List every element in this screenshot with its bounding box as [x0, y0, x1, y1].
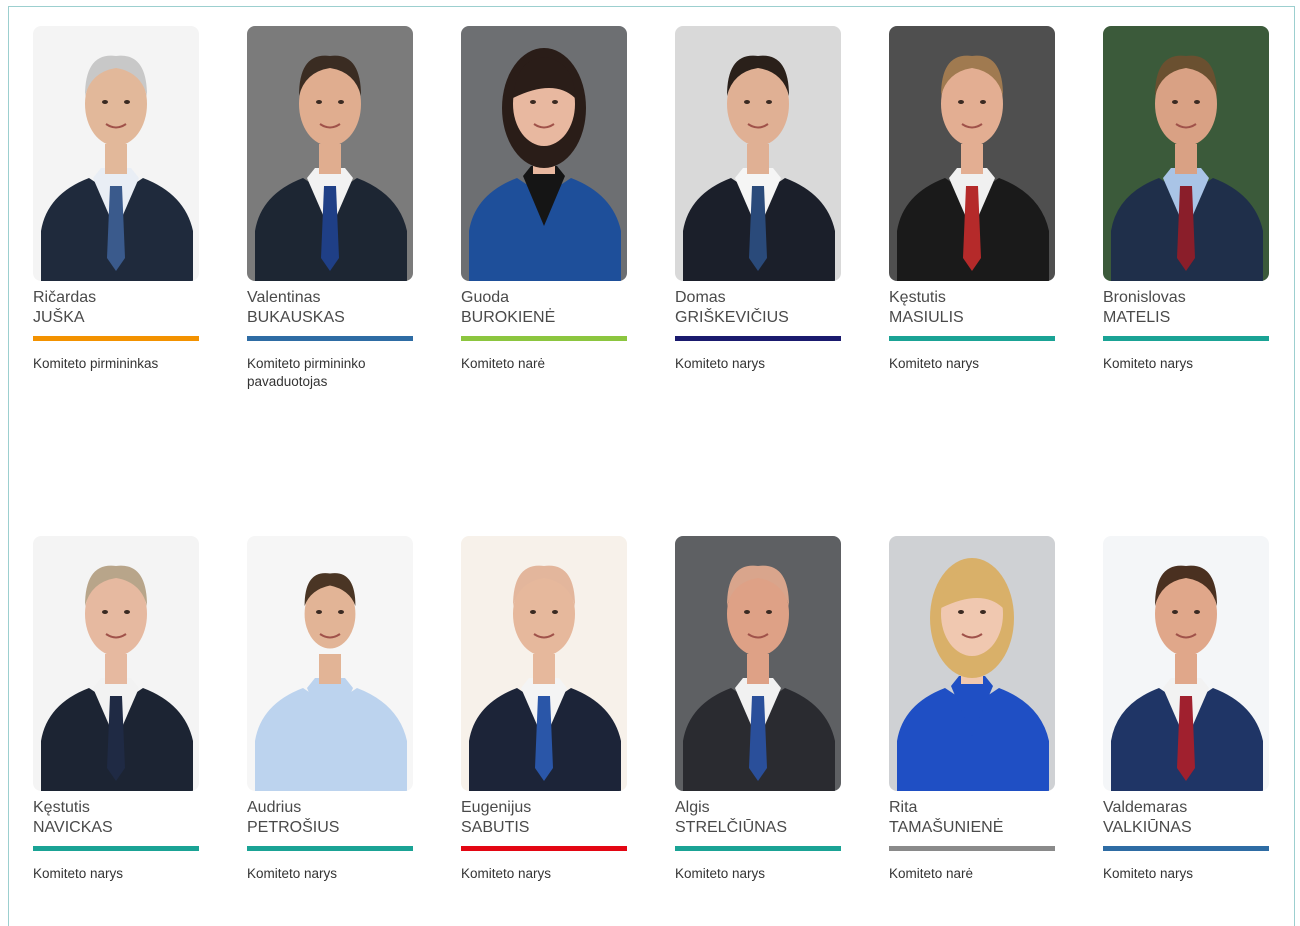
portrait-image — [247, 536, 413, 791]
member-first-name[interactable]: Domas — [675, 288, 841, 308]
member-photo[interactable] — [675, 26, 841, 281]
member-last-name[interactable]: JUŠKA — [33, 308, 199, 328]
faction-color-bar — [1103, 846, 1269, 851]
member-card[interactable]: Domas GRIŠKEVIČIUS Komiteto narys — [675, 26, 841, 536]
faction-color-bar — [461, 336, 627, 341]
portrait-image — [1103, 26, 1269, 281]
member-last-name[interactable]: NAVICKAS — [33, 818, 199, 838]
faction-color-bar — [675, 336, 841, 341]
member-last-name[interactable]: GRIŠKEVIČIUS — [675, 308, 841, 328]
portrait-image — [33, 536, 199, 791]
portrait-image — [247, 26, 413, 281]
member-role: Komiteto narys — [889, 356, 980, 371]
member-card[interactable]: Eugenijus SABUTIS Komiteto narys — [461, 536, 627, 916]
portrait-image — [675, 26, 841, 281]
member-photo[interactable] — [461, 26, 627, 281]
member-card[interactable]: Ričardas JUŠKA Komiteto pirmininkas — [33, 26, 199, 536]
member-first-name[interactable]: Kęstutis — [889, 288, 1055, 308]
member-role: Komiteto narys — [33, 866, 124, 881]
member-last-name[interactable]: VALKIŪNAS — [1103, 818, 1269, 838]
member-last-name[interactable]: BUKAUSKAS — [247, 308, 413, 328]
member-photo[interactable] — [1103, 536, 1269, 791]
member-first-name[interactable]: Ričardas — [33, 288, 199, 308]
member-card[interactable]: Valentinas BUKAUSKAS Komiteto pirmininko p… — [247, 26, 413, 536]
member-card[interactable]: Bronislovas MATELIS Komiteto narys — [1103, 26, 1269, 536]
portrait-image — [889, 536, 1055, 791]
member-card[interactable]: Kęstutis MASIULIS Komiteto narys — [889, 26, 1055, 536]
member-first-name[interactable]: Eugenijus — [461, 798, 627, 818]
member-photo[interactable] — [889, 26, 1055, 281]
member-photo[interactable] — [247, 536, 413, 791]
member-first-name[interactable]: Valdemaras — [1103, 798, 1269, 818]
member-role: Komiteto narys — [1103, 866, 1194, 881]
faction-color-bar — [461, 846, 627, 851]
member-photo[interactable] — [461, 536, 627, 791]
member-first-name[interactable]: Audrius — [247, 798, 413, 818]
member-card[interactable]: Audrius PETROŠIUS Komiteto narys — [247, 536, 413, 916]
faction-color-bar — [889, 846, 1055, 851]
faction-color-bar — [247, 846, 413, 851]
member-last-name[interactable]: STRELČIŪNAS — [675, 818, 841, 838]
member-role: Komiteto narys — [1103, 356, 1194, 371]
member-last-name[interactable]: TAMAŠUNIENĖ — [889, 818, 1055, 838]
member-last-name[interactable]: SABUTIS — [461, 818, 627, 838]
faction-color-bar — [33, 336, 199, 341]
member-photo[interactable] — [247, 26, 413, 281]
member-role: Komiteto narys — [461, 866, 552, 881]
faction-color-bar — [675, 846, 841, 851]
member-first-name[interactable]: Valentinas — [247, 288, 413, 308]
member-last-name[interactable]: BUROKIENĖ — [461, 308, 627, 328]
member-role: Komiteto pirmininkas — [33, 356, 159, 371]
member-photo[interactable] — [33, 536, 199, 791]
member-first-name[interactable]: Algis — [675, 798, 841, 818]
member-photo[interactable] — [1103, 26, 1269, 281]
faction-color-bar — [1103, 336, 1269, 341]
faction-color-bar — [889, 336, 1055, 341]
member-role: Komiteto narė — [889, 866, 974, 881]
member-card[interactable]: Rita TAMAŠUNIENĖ Komiteto narė — [889, 536, 1055, 916]
member-first-name[interactable]: Rita — [889, 798, 1055, 818]
portrait-image — [675, 536, 841, 791]
member-role: Komiteto narys — [675, 356, 766, 371]
faction-color-bar — [33, 846, 199, 851]
member-photo[interactable] — [889, 536, 1055, 791]
member-last-name[interactable]: MATELIS — [1103, 308, 1269, 328]
members-grid: Ričardas JUŠKA Komiteto pirmininkas Valenti… — [33, 26, 1269, 916]
member-first-name[interactable]: Kęstutis — [33, 798, 199, 818]
members-panel: Ričardas JUŠKA Komiteto pirmininkas Valenti… — [8, 6, 1295, 926]
member-first-name[interactable]: Guoda — [461, 288, 627, 308]
portrait-image — [1103, 536, 1269, 791]
portrait-image — [461, 26, 627, 281]
member-card[interactable]: Valdemaras VALKIŪNAS Komiteto narys — [1103, 536, 1269, 916]
member-role: Komiteto narė — [461, 356, 546, 371]
member-photo[interactable] — [33, 26, 199, 281]
member-card[interactable]: Algis STRELČIŪNAS Komiteto narys — [675, 536, 841, 916]
member-card[interactable]: Guoda BUROKIENĖ Komiteto narė — [461, 26, 627, 536]
member-card[interactable]: Kęstutis NAVICKAS Komiteto narys — [33, 536, 199, 916]
member-photo[interactable] — [675, 536, 841, 791]
member-role: Komiteto pirmininko pavaduotojas — [247, 356, 366, 389]
member-role: Komiteto narys — [247, 866, 338, 881]
portrait-image — [461, 536, 627, 791]
portrait-image — [33, 26, 199, 281]
member-role: Komiteto narys — [675, 866, 766, 881]
member-first-name[interactable]: Bronislovas — [1103, 288, 1269, 308]
member-last-name[interactable]: PETROŠIUS — [247, 818, 413, 838]
faction-color-bar — [247, 336, 413, 341]
member-last-name[interactable]: MASIULIS — [889, 308, 1055, 328]
portrait-image — [889, 26, 1055, 281]
